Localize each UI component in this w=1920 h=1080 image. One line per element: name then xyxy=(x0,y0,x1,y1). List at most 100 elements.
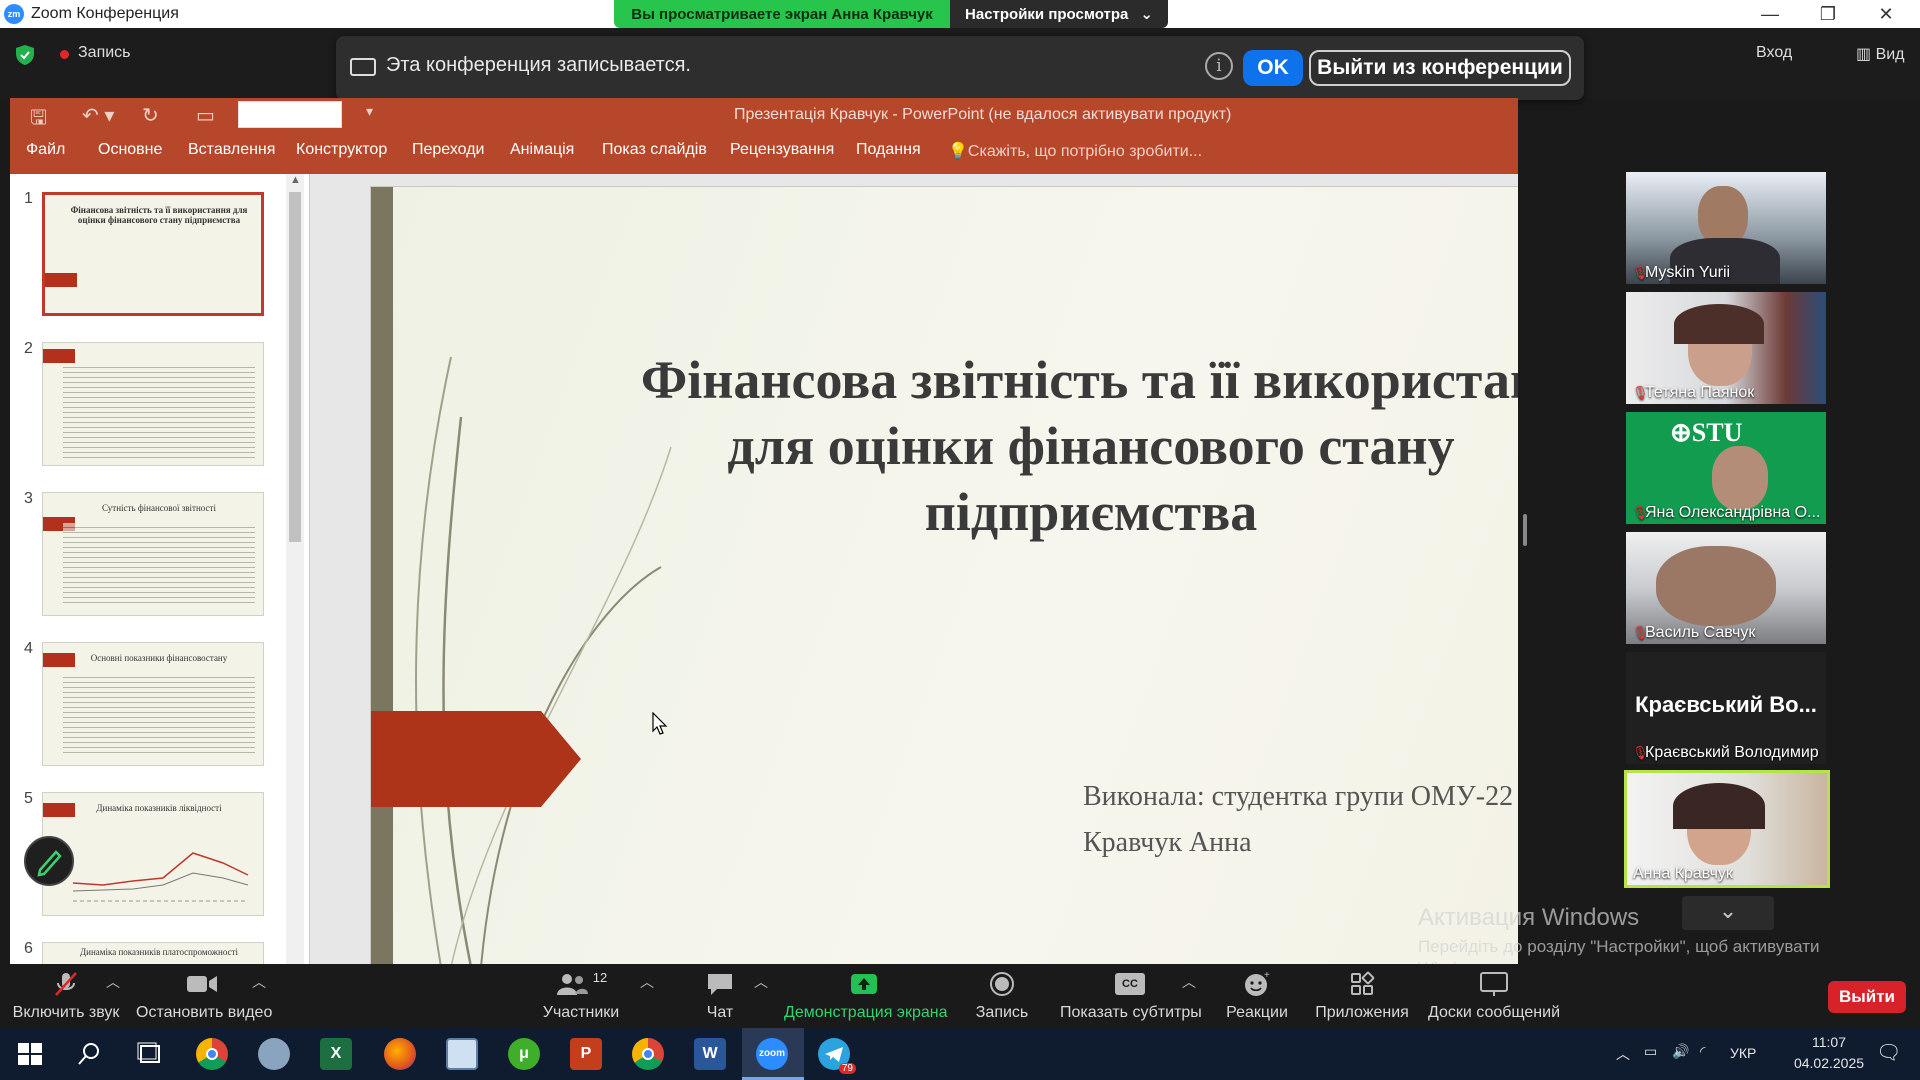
scroll-up-icon[interactable]: ▲ xyxy=(290,174,301,186)
captions-button[interactable]: CC Показать субтитры xyxy=(1060,964,1202,1028)
notification-center-icon[interactable]: 🗨 xyxy=(1876,1040,1901,1065)
panel-resize-handle[interactable] xyxy=(1523,514,1527,546)
slide-thumbnail-3[interactable]: Сутність фінансової звітності xyxy=(42,492,264,616)
slide-author-line: Виконала: студентка групи ОМУ-22 xyxy=(1083,781,1514,812)
apps-button[interactable]: Приложения xyxy=(1314,964,1410,1028)
battery-icon[interactable]: ▭ xyxy=(1644,1043,1657,1060)
clock-time[interactable]: 11:07 xyxy=(1794,1034,1864,1050)
gallery-scroll-down-button[interactable]: ⌄ xyxy=(1682,896,1774,930)
menu-view[interactable]: Подання xyxy=(856,141,921,159)
participant-tile[interactable]: 🎙Василь Савчук xyxy=(1626,532,1826,644)
participant-tile[interactable]: 🎙Myskin Yurii xyxy=(1626,172,1826,284)
slideshow-from-start-icon[interactable]: ▭ xyxy=(196,103,215,128)
participant-tile[interactable]: Краєвський Во... 🎙Краєвський Володимир xyxy=(1626,652,1826,764)
chrome-icon[interactable] xyxy=(632,1038,664,1070)
shield-icon[interactable] xyxy=(14,44,36,66)
participant-video-face xyxy=(1698,186,1748,246)
telegram-icon[interactable]: 79 xyxy=(818,1038,856,1074)
slide-thumbnail-4[interactable]: Основні показники фінансовостану xyxy=(42,642,264,766)
menu-review[interactable]: Рецензування xyxy=(730,141,834,159)
slide-title: Фінансова звітність та її використан для… xyxy=(591,347,1518,545)
windows-start-icon[interactable] xyxy=(14,1038,46,1070)
excel-icon[interactable]: X xyxy=(320,1038,352,1070)
app-icon[interactable] xyxy=(258,1038,290,1070)
participant-tile[interactable]: 🎙Тетяна Паянок xyxy=(1626,292,1826,404)
task-view-icon[interactable] xyxy=(134,1038,166,1070)
lightbulb-icon: 💡 xyxy=(948,143,968,160)
minimize-button[interactable]: — xyxy=(1742,0,1798,28)
powerpoint-ribbon: 🖫 ↶ ▾ ↻ ▭ ▾ Презентація Кравчук - PowerP… xyxy=(10,98,1518,174)
zoom-icon[interactable]: zoom xyxy=(756,1038,788,1070)
participants-button[interactable]: 12 Участники xyxy=(540,964,622,1028)
stop-video-button[interactable]: Остановить видео xyxy=(136,964,272,1028)
video-options-caret-icon[interactable]: ︿ xyxy=(252,972,266,992)
captions-caret-icon[interactable]: ︿ xyxy=(1182,972,1196,992)
volume-icon[interactable]: 🔊 xyxy=(1672,1043,1689,1060)
slide-canvas[interactable]: Фінансова звітність та її використан для… xyxy=(370,186,1518,964)
info-icon[interactable]: i xyxy=(1205,52,1233,80)
chrome-icon[interactable] xyxy=(196,1038,228,1070)
audio-options-caret-icon[interactable]: ︿ xyxy=(106,972,120,992)
participant-tile[interactable]: ⊕STU 🎙Яна Олександрівна О... xyxy=(1626,412,1826,524)
participants-caret-icon[interactable]: ︿ xyxy=(640,972,654,992)
windows-activation-title: Активация Windows xyxy=(1418,904,1640,931)
view-button[interactable]: ▥ Вид xyxy=(1856,44,1905,64)
record-button[interactable]: Запись xyxy=(962,964,1042,1028)
windows-taskbar: X μ P W zoom 79 ︿ ▭ 🔊 ◜ УКР 11:07 04.02.… xyxy=(0,1028,1920,1080)
share-screen-button[interactable]: Демонстрация экрана xyxy=(784,964,948,1028)
tray-overflow-chevron-icon[interactable]: ︿ xyxy=(1616,1044,1630,1064)
menu-slideshow[interactable]: Показ слайдів xyxy=(602,141,707,159)
menu-home[interactable]: Основне xyxy=(98,141,162,159)
view-options-button[interactable]: Настройки просмотра ⌄ xyxy=(950,0,1168,28)
mic-muted-icon: 🎙 xyxy=(1632,625,1649,640)
undo-icon[interactable]: ↶ ▾ xyxy=(82,103,114,128)
reactions-button[interactable]: + Реакции xyxy=(1220,964,1294,1028)
utorrent-icon[interactable]: μ xyxy=(508,1038,540,1070)
record-label: Запись xyxy=(975,1004,1029,1021)
thumb-number: 1 xyxy=(24,190,33,207)
chat-button[interactable]: Чат xyxy=(690,964,750,1028)
menu-design[interactable]: Конструктор xyxy=(296,141,387,159)
clock-date[interactable]: 04.02.2025 xyxy=(1774,1055,1884,1071)
scrollbar-thumb[interactable] xyxy=(289,192,301,542)
participant-tile-active-speaker[interactable]: Анна Кравчук xyxy=(1624,770,1830,888)
slide-thumbnail-6[interactable]: Динаміка показників платоспроможності xyxy=(42,942,264,964)
powerpoint-icon[interactable]: P xyxy=(570,1038,602,1070)
menu-transitions[interactable]: Переходи xyxy=(412,141,484,159)
font-combo[interactable] xyxy=(238,101,342,128)
thumb-title: Динаміка показників платоспроможності xyxy=(80,947,238,957)
participant-name-text: Краєвський Володимир xyxy=(1645,744,1819,761)
leave-button[interactable]: Выйти xyxy=(1828,981,1906,1013)
firefox-icon[interactable] xyxy=(384,1038,416,1070)
chat-caret-icon[interactable]: ︿ xyxy=(754,972,768,992)
ok-button[interactable]: OK xyxy=(1243,50,1303,86)
word-icon[interactable]: W xyxy=(694,1038,726,1070)
slide-thumbnail-1[interactable]: Фінансова звітність та її використання д… xyxy=(42,192,264,316)
slide-thumbnail-2[interactable] xyxy=(42,342,264,466)
recording-label[interactable]: Запись xyxy=(78,44,131,62)
annotate-pen-button[interactable] xyxy=(24,836,74,886)
language-indicator[interactable]: УКР xyxy=(1730,1045,1756,1061)
wifi-icon[interactable]: ◜ xyxy=(1700,1043,1705,1060)
close-button[interactable]: ✕ xyxy=(1858,0,1914,28)
notepad-icon[interactable] xyxy=(446,1038,478,1070)
leave-meeting-button[interactable]: Выйти из конференции xyxy=(1309,50,1571,86)
menu-animations[interactable]: Анімація xyxy=(510,141,574,159)
customize-quick-access-icon[interactable]: ▾ xyxy=(366,103,373,120)
redo-icon[interactable]: ↻ xyxy=(142,103,159,128)
restore-button[interactable]: ❐ xyxy=(1800,0,1856,28)
recording-camera-icon xyxy=(350,58,376,76)
mic-muted-icon: 🎙 xyxy=(1632,745,1649,760)
whiteboards-button[interactable]: Доски сообщений xyxy=(1424,964,1564,1028)
menu-file[interactable]: Файл xyxy=(26,141,65,159)
login-button[interactable]: Вход xyxy=(1756,44,1792,62)
slide-thumbnail-5[interactable]: Динаміка показників ліквідності xyxy=(42,792,264,916)
search-icon[interactable] xyxy=(74,1038,106,1070)
menu-insert[interactable]: Вставлення xyxy=(188,141,275,159)
chat-bubble-icon xyxy=(708,974,732,995)
save-icon[interactable]: 🖫 xyxy=(30,103,47,137)
chevron-down-icon: ⌄ xyxy=(1140,6,1153,23)
tell-me-box[interactable]: 💡Скажіть, що потрібно зробити... xyxy=(948,141,1202,161)
thumb-number: 3 xyxy=(24,490,33,507)
video-camera-icon xyxy=(187,976,217,992)
